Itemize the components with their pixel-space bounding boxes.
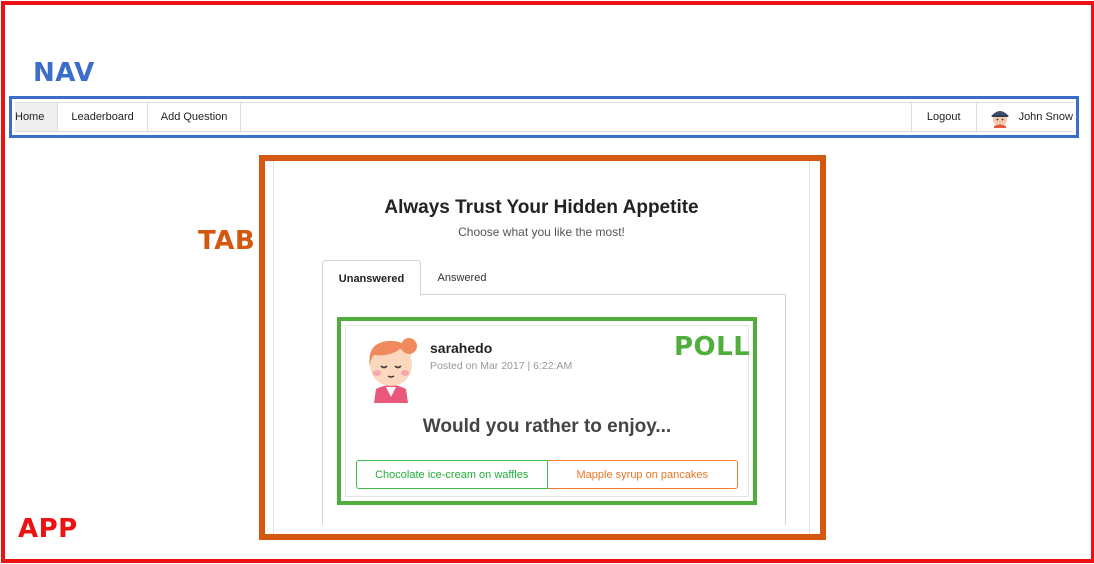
poll-question: Would you rather to enjoy...	[422, 416, 672, 437]
app-annotation-label: APP	[18, 514, 78, 544]
tab-annotation-label: TAB	[198, 226, 256, 256]
option-a-button[interactable]: Chocolate ice-cream on waffles	[356, 460, 548, 489]
user-menu[interactable]: John Snow	[977, 103, 1073, 131]
nav-bar: Home Leaderboard Add Question Logout Joh…	[15, 102, 1073, 132]
nav-item-add-question[interactable]: Add Question	[148, 103, 242, 131]
poll-annotation-label: POLL	[674, 332, 751, 362]
poll-author-name: sarahedo	[430, 340, 493, 356]
nav-item-home-label: Home	[15, 111, 45, 123]
nav-item-leaderboard[interactable]: Leaderboard	[58, 103, 148, 131]
tab-answered[interactable]: Answered	[419, 260, 505, 295]
logout-button[interactable]: Logout	[910, 103, 977, 131]
nav-outline: Home Leaderboard Add Question Logout Joh…	[9, 96, 1079, 138]
option-b-button[interactable]: Mapple syrup on pancakes	[547, 460, 738, 489]
nav-annotation-label: NAV	[33, 58, 95, 88]
nav-item-add-question-label: Add Question	[160, 111, 228, 123]
poll-posted-date: Posted on Mar 2017 | 6:22:AM	[430, 360, 573, 372]
logout-label: Logout	[926, 111, 961, 123]
user-name: John Snow	[1018, 111, 1073, 123]
page-subtitle: Choose what you like the most!	[458, 225, 625, 239]
poll-options: Chocolate ice-cream on waffles Mapple sy…	[356, 460, 738, 489]
author-avatar-icon	[369, 338, 417, 403]
nav-item-leaderboard-label: Leaderboard	[71, 111, 134, 123]
page-title: Always Trust Your Hidden Appetite	[384, 197, 699, 218]
nav-item-home[interactable]: Home	[15, 103, 59, 131]
question-tabs: Unanswered Answered	[322, 260, 786, 296]
user-avatar-icon	[991, 111, 1009, 128]
tab-unanswered[interactable]: Unanswered	[322, 260, 421, 296]
